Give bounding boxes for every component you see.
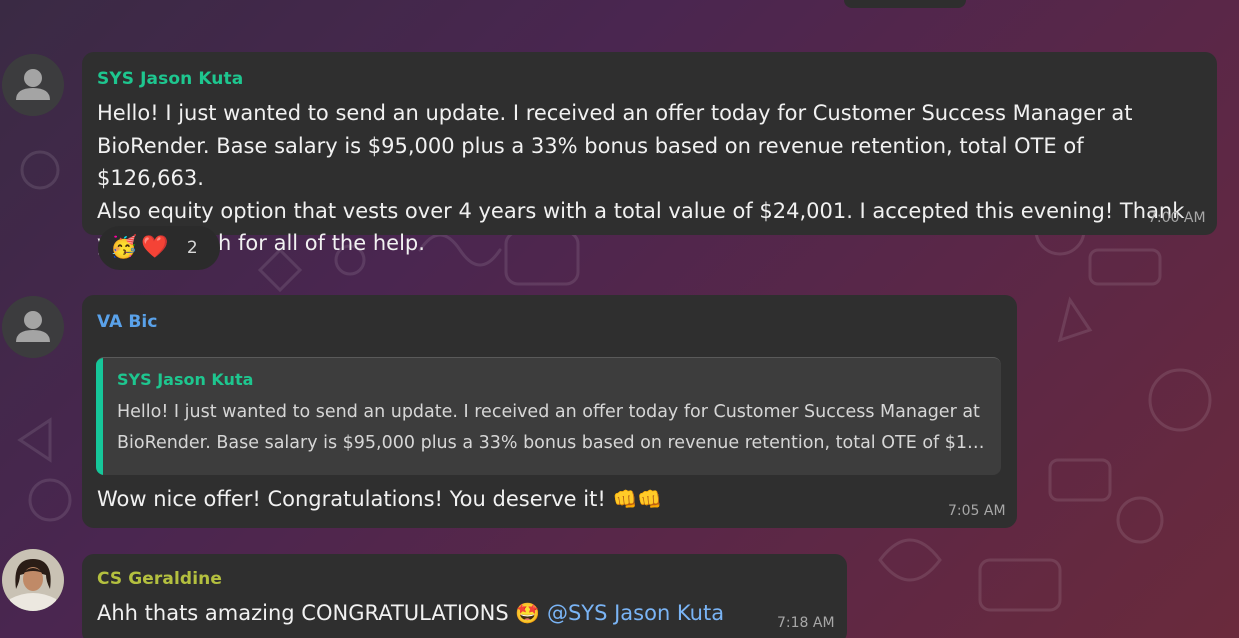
sender-name[interactable]: VA Bic xyxy=(97,312,158,332)
message-content: Wow nice offer! Congratulations! You des… xyxy=(97,487,606,511)
profile-photo-icon xyxy=(2,549,64,611)
message-content: Ahh thats amazing CONGRATULATIONS xyxy=(97,601,509,625)
quoted-line: Hello! I just wanted to send an update. … xyxy=(117,402,980,422)
message-text: Ahh thats amazing CONGRATULATIONS 🤩 @SYS… xyxy=(97,598,797,628)
message-line: BioRender. Base salary is $95,000 plus a… xyxy=(97,133,1084,191)
reactions-pill[interactable]: 🥳 ❤️ 2 xyxy=(98,226,220,270)
party-face-reaction[interactable]: 🥳 xyxy=(110,237,137,259)
message-time: 7:00 AM xyxy=(1148,210,1206,226)
fist-bump-emoji: 👊👊 xyxy=(612,487,663,511)
message-time: 7:18 AM xyxy=(777,615,835,631)
message-line: Also equity option that vests over 4 yea… xyxy=(97,198,1185,223)
heart-reaction[interactable]: ❤️ xyxy=(141,237,168,259)
reply-quote[interactable]: SYS Jason Kuta Hello! I just wanted to s… xyxy=(96,357,1001,475)
user-placeholder-icon xyxy=(2,296,64,358)
reaction-count: 2 xyxy=(186,238,198,258)
message-line: you so much for all of the help. xyxy=(97,231,425,255)
quoted-line: BioRender. Base salary is $95,000 plus a… xyxy=(117,433,985,453)
quoted-sender-name: SYS Jason Kuta xyxy=(117,370,254,389)
sender-name[interactable]: SYS Jason Kuta xyxy=(97,69,243,89)
message-text: Hello! I just wanted to send an update. … xyxy=(97,97,1197,260)
star-struck-emoji: 🤩 xyxy=(515,601,541,625)
avatar[interactable] xyxy=(2,54,64,116)
message-bubble[interactable]: CS Geraldine Ahh thats amazing CONGRATUL… xyxy=(82,554,847,638)
user-photo-avatar[interactable] xyxy=(2,549,64,611)
message-time: 7:05 AM xyxy=(948,503,1006,519)
user-mention[interactable]: @SYS Jason Kuta xyxy=(547,601,724,625)
previous-message-edge xyxy=(844,0,966,8)
quote-accent-bar xyxy=(96,358,103,475)
message-bubble[interactable]: SYS Jason Kuta Hello! I just wanted to s… xyxy=(82,52,1217,255)
sender-name[interactable]: CS Geraldine xyxy=(97,569,222,589)
user-placeholder-icon xyxy=(2,54,64,116)
message-line: Hello! I just wanted to send an update. … xyxy=(97,101,1133,125)
avatar[interactable] xyxy=(2,296,64,358)
message-text: Wow nice offer! Congratulations! You des… xyxy=(97,486,977,512)
quoted-text: Hello! I just wanted to send an update. … xyxy=(117,397,985,459)
